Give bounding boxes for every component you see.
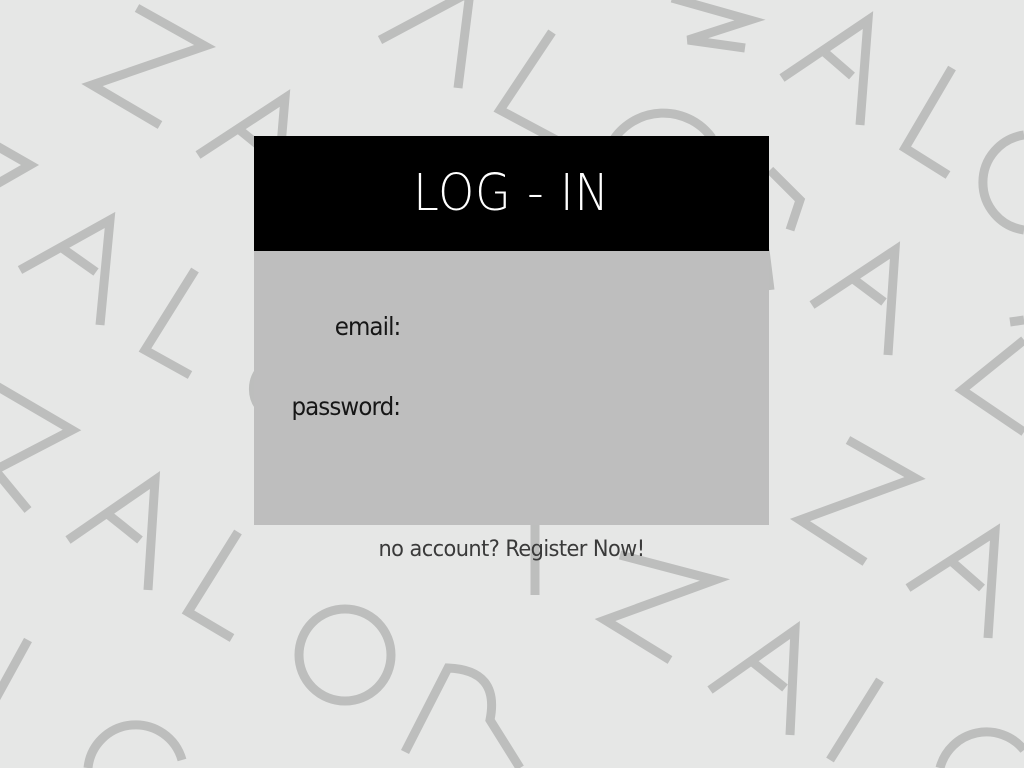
pattern-letter-z — [670, 0, 766, 53]
login-header: LOG - IN — [254, 136, 769, 251]
pattern-letter-a-bar — [849, 274, 887, 306]
pattern-letter-a — [65, 471, 161, 591]
pattern-letter-a-bar — [59, 244, 99, 276]
pattern-letter-z — [594, 550, 731, 664]
email-row: email: — [254, 307, 769, 347]
pattern-letter-z — [954, 336, 1024, 436]
email-input[interactable] — [406, 309, 752, 345]
pattern-letter-a-bar — [102, 508, 143, 544]
pattern-letter-a-bar — [819, 46, 855, 80]
pattern-letter-r — [766, 166, 806, 232]
pattern-letter-z — [789, 436, 926, 566]
pattern-letter-a — [17, 211, 116, 326]
login-title: LOG - IN — [413, 164, 610, 223]
pattern-letter-l — [0, 637, 32, 701]
pattern-letter-a — [377, 0, 474, 89]
pattern-letter-l — [181, 529, 242, 642]
pattern-letter-z — [0, 382, 82, 513]
pattern-letter-a-bar — [747, 656, 788, 692]
pattern-letter-z — [81, 4, 216, 129]
pattern-letter-l — [493, 29, 578, 154]
email-label: email: — [334, 312, 401, 341]
pattern-letter-a — [779, 11, 874, 126]
pattern-letter-a-bar — [947, 556, 985, 592]
password-row: password: — [254, 387, 769, 427]
pattern-letter-a — [809, 241, 901, 356]
pattern-letter-o — [935, 727, 1024, 768]
login-panel: LOG - IN email: password: — [254, 136, 769, 525]
pattern-letter-l — [826, 677, 884, 763]
pattern-letter-a — [905, 523, 1001, 639]
pattern-letter-o — [83, 720, 187, 768]
pattern-letter-o — [294, 604, 396, 706]
pattern-letter-l — [138, 267, 199, 379]
register-link[interactable]: no account? Register Now! — [267, 538, 756, 562]
login-form: email: password: — [254, 251, 769, 525]
pattern-letter-a — [707, 621, 800, 736]
password-label: password: — [291, 392, 401, 421]
pattern-letter-l — [898, 65, 956, 179]
password-input[interactable] — [406, 389, 752, 425]
pattern-letter-z — [1009, 315, 1024, 327]
pattern-letter-z — [0, 142, 40, 188]
pattern-letter-o — [978, 130, 1024, 235]
pattern-letter-r — [400, 663, 524, 768]
